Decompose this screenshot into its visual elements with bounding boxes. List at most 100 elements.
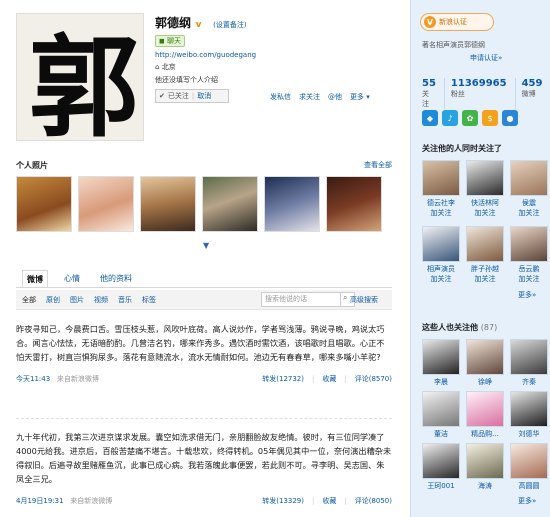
post-time[interactable]: 今天11:43	[16, 375, 50, 383]
repost-button[interactable]: 转发(13329)	[262, 494, 304, 508]
add-follow-button[interactable]: 加关注	[419, 208, 463, 218]
common-avatar[interactable]	[422, 160, 460, 196]
common-avatar[interactable]	[466, 226, 504, 262]
profile-avatar[interactable]: 郭	[16, 13, 144, 141]
photo-thumb[interactable]	[78, 176, 134, 232]
profile-actions: 发私信 求关注 @他 更多 ▾	[270, 92, 370, 102]
follower-name[interactable]: 齐秦	[507, 377, 550, 387]
photo-thumb[interactable]	[202, 176, 258, 232]
follower-name[interactable]: 李晨	[419, 377, 463, 387]
set-note-link[interactable]: (设置备注)	[213, 21, 246, 29]
follower-name[interactable]: 徐峥	[463, 377, 507, 387]
add-follow-button[interactable]: 加关注	[463, 208, 507, 218]
apply-verification-link[interactable]: 申请认证»	[470, 53, 502, 63]
photos-view-all[interactable]: 查看全部	[364, 160, 392, 170]
follower-avatar[interactable]	[510, 339, 548, 375]
follower-avatar[interactable]	[466, 391, 504, 427]
follower-name[interactable]: 刘德华	[507, 429, 550, 439]
followers-title: 这些人也关注他 (87)	[422, 322, 497, 333]
photo-thumb[interactable]	[16, 176, 72, 232]
common-name[interactable]: 相声演员	[419, 264, 463, 274]
photos-expand-icon[interactable]: ▼	[203, 241, 209, 250]
follower-name[interactable]: 王珂001	[419, 481, 463, 491]
medal-icon[interactable]: ◆	[422, 110, 438, 126]
feed-post: 九十年代初，我第三次进京谋求发展。囊空如洗求借无门，亲朋翻脸故友绝情。彼时，有三…	[16, 430, 392, 508]
filter-images[interactable]: 图片	[70, 295, 84, 305]
advanced-search-link[interactable]: 高级搜索	[350, 295, 378, 305]
stat-followers[interactable]: 11369965 粉丝	[451, 78, 516, 109]
post-meta: 4月19日19:31 来自新浪微博 转发(13329) | 收藏 | 评论(80…	[16, 494, 392, 508]
request-follow-button[interactable]: 求关注	[299, 92, 320, 102]
follower-avatar[interactable]	[466, 443, 504, 479]
chat-label: 聊天	[167, 37, 182, 45]
medal-icon[interactable]: ●	[502, 110, 518, 126]
chat-button[interactable]: ◼ 聊天	[155, 35, 186, 47]
more-button[interactable]: 更多 ▾	[350, 92, 370, 102]
common-name[interactable]: 德云社李	[419, 198, 463, 208]
common-avatar[interactable]	[422, 226, 460, 262]
add-follow-button[interactable]: 加关注	[463, 274, 507, 284]
favorite-button[interactable]: 收藏	[322, 494, 336, 508]
post-time[interactable]: 4月19日19:31	[16, 497, 64, 505]
tab-profile[interactable]: 他的资料	[96, 270, 136, 287]
common-more-link[interactable]: 更多»	[518, 290, 536, 300]
followed-status: ✔ 已关注 | 取消	[155, 89, 229, 103]
photo-thumb[interactable]	[264, 176, 320, 232]
follower-name[interactable]: 董洁	[419, 429, 463, 439]
filter-tags[interactable]: 标签	[142, 295, 156, 305]
stat-posts-count: 459	[521, 78, 543, 89]
repost-button[interactable]: 转发(12732)	[262, 372, 304, 386]
common-name[interactable]: 快活林阿	[463, 198, 507, 208]
add-follow-button[interactable]: 加关注	[507, 208, 550, 218]
follower-avatar[interactable]	[422, 391, 460, 427]
common-avatar[interactable]	[510, 226, 548, 262]
stat-following[interactable]: 55 关注	[422, 78, 445, 109]
calligraphy-image: 郭	[17, 14, 143, 140]
stat-posts[interactable]: 459 微博	[522, 78, 550, 109]
photo-thumb[interactable]	[326, 176, 382, 232]
sina-verified-badge[interactable]: V 新浪认证	[420, 13, 494, 31]
medal-icon[interactable]: ♪	[442, 110, 458, 126]
favorite-button[interactable]: 收藏	[322, 372, 336, 386]
follower-avatar[interactable]	[466, 339, 504, 375]
tab-weibo[interactable]: 微博	[22, 270, 48, 287]
follower-avatar[interactable]	[510, 443, 548, 479]
common-name[interactable]: 侯震	[507, 198, 550, 208]
filter-videos[interactable]: 视频	[94, 295, 108, 305]
medal-icon[interactable]: $	[482, 110, 498, 126]
profile-url[interactable]: http://weibo.com/guodegang	[155, 51, 395, 59]
common-name[interactable]: 岳云鹏	[507, 264, 550, 274]
location-icon: ⌂	[155, 63, 160, 71]
filter-all[interactable]: 全部	[22, 295, 36, 305]
add-follow-button[interactable]: 加关注	[507, 274, 550, 284]
post-source: 来自新浪微博	[56, 375, 99, 383]
follower-name[interactable]: 精品购...	[463, 429, 507, 439]
verified-v-icon: V	[424, 16, 436, 28]
add-follow-button[interactable]: 加关注	[419, 274, 463, 284]
filter-music[interactable]: 音乐	[118, 295, 132, 305]
common-avatar[interactable]	[466, 160, 504, 196]
follower-avatar[interactable]	[422, 443, 460, 479]
common-name[interactable]: 胖子孙越	[463, 264, 507, 274]
comment-button[interactable]: 评论(8050)	[355, 494, 392, 508]
chevron-down-icon: ▾	[366, 93, 370, 101]
tab-mood[interactable]: 心情	[60, 270, 84, 287]
post-text: 九十年代初，我第三次进京谋求发展。囊空如洗求借无门，亲朋翻脸故友绝情。彼时，有三…	[16, 432, 392, 484]
unfollow-button[interactable]: 取消	[197, 91, 211, 101]
follower-avatar[interactable]	[422, 339, 460, 375]
more-label: 更多	[350, 93, 364, 101]
common-avatar[interactable]	[510, 160, 548, 196]
follower-avatar[interactable]	[510, 391, 548, 427]
check-icon: ✔	[159, 92, 165, 100]
feed-search-input[interactable]: 搜索他说的话	[261, 292, 341, 307]
follower-name[interactable]: 海涛	[463, 481, 507, 491]
filter-original[interactable]: 原创	[46, 295, 60, 305]
photo-thumb[interactable]	[140, 176, 196, 232]
medal-icon[interactable]: ✿	[462, 110, 478, 126]
follower-name[interactable]: 高圆圆	[507, 481, 550, 491]
followers-more-link[interactable]: 更多»	[518, 496, 536, 506]
mention-button[interactable]: @他	[328, 92, 342, 102]
comment-button[interactable]: 评论(8570)	[355, 372, 392, 386]
location-text: 北京	[161, 63, 176, 71]
send-message-button[interactable]: 发私信	[270, 92, 291, 102]
